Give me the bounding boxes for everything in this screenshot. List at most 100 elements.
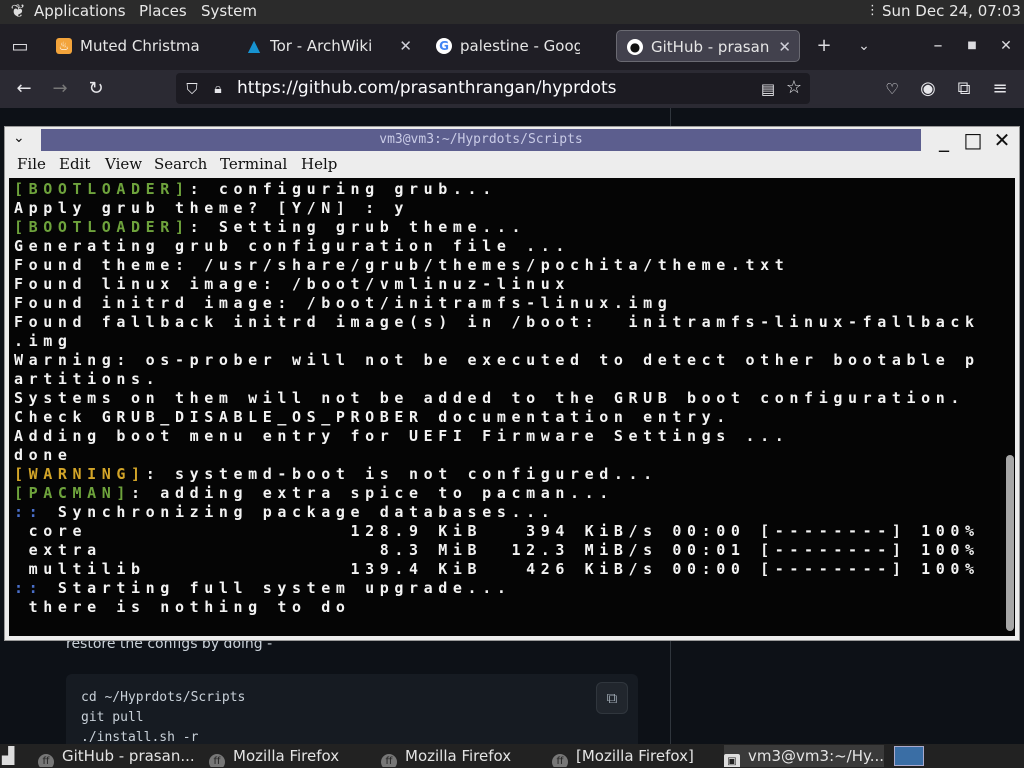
maximize-icon[interactable]: □ bbox=[960, 128, 986, 152]
reload-icon[interactable]: ↻ bbox=[86, 79, 106, 99]
minimize-icon[interactable]: _ bbox=[931, 128, 957, 152]
terminal-output[interactable]: [BOOTLOADER]: configuring grub... Apply … bbox=[9, 178, 1015, 636]
reader-view-icon[interactable]: ▤ bbox=[758, 79, 778, 99]
panel-menu-icon[interactable]: ⋮ bbox=[866, 1, 879, 21]
terminal-line: Apply grub theme? [Y/N] : y bbox=[14, 199, 410, 217]
terminal-icon: ▣ bbox=[724, 754, 740, 767]
menu-system[interactable]: System bbox=[201, 1, 257, 21]
tag-pacman: [PACMAN] bbox=[14, 484, 132, 502]
new-tab-icon[interactable]: + bbox=[814, 36, 834, 56]
line-text: : configuring grub... bbox=[189, 180, 497, 198]
forward-icon[interactable]: → bbox=[50, 79, 70, 99]
terminal-line: Generating grub configuration file ... bbox=[14, 237, 570, 255]
firefox-icon: ff bbox=[381, 754, 397, 767]
task-firefox-3[interactable]: ff [Mozilla Firefox] bbox=[552, 745, 712, 767]
task-firefox-1[interactable]: ff Mozilla Firefox bbox=[209, 745, 369, 767]
tag-bootloader: [BOOTLOADER] bbox=[14, 218, 190, 236]
close-window-icon[interactable]: ✕ bbox=[996, 36, 1016, 56]
tab-github[interactable]: ● GitHub - prasanth ✕ bbox=[616, 30, 800, 62]
terminal-line: there is nothing to do bbox=[14, 598, 351, 616]
menu-file[interactable]: File bbox=[17, 155, 46, 173]
firefox-icon: ff bbox=[209, 754, 225, 767]
tab-tor-archwiki[interactable]: ▲ Tor - ArchWiki ✕ bbox=[236, 30, 420, 62]
workspace-switcher[interactable] bbox=[894, 746, 924, 766]
line-text: Starting full system upgrade... bbox=[43, 579, 512, 597]
chevron-down-icon[interactable]: ⌄ bbox=[854, 36, 874, 56]
url-bar[interactable]: ⛉ 🔒︎ https://github.com/prasanthrangan/h… bbox=[176, 73, 810, 104]
task-firefox-2[interactable]: ff Mozilla Firefox bbox=[381, 745, 541, 767]
menu-view[interactable]: View bbox=[105, 155, 142, 173]
tab-label: Tor - ArchWiki bbox=[270, 37, 373, 55]
terminal-line: [WARNING]: systemd-boot is not configure… bbox=[14, 465, 658, 484]
menu-search[interactable]: Search bbox=[154, 155, 207, 173]
menu-edit[interactable]: Edit bbox=[59, 155, 90, 173]
task-label: [Mozilla Firefox] bbox=[576, 747, 694, 765]
menu-places[interactable]: Places bbox=[139, 1, 187, 21]
terminal-line: Found fallback initrd image(s) in /boot:… bbox=[14, 313, 980, 331]
pacman-symbol: :: bbox=[14, 579, 44, 597]
menu-terminal[interactable]: Terminal bbox=[220, 155, 287, 173]
firefox-icon: ff bbox=[38, 754, 54, 767]
line-text: Synchronizing package databases... bbox=[43, 503, 556, 521]
gnome-foot-icon[interactable]: ❦ bbox=[7, 1, 29, 23]
terminal-menubar: File Edit View Search Terminal Help bbox=[5, 154, 1019, 178]
lock-icon[interactable]: 🔒︎ bbox=[208, 79, 228, 99]
terminal-line: done bbox=[14, 446, 73, 464]
menu-applications[interactable]: Applications bbox=[34, 1, 126, 21]
code-line: git pull bbox=[81, 710, 144, 725]
close-tab-icon[interactable]: ✕ bbox=[778, 31, 791, 61]
tab-muted-christmas[interactable]: ♨ Muted Christmas bbox=[46, 30, 230, 62]
window-menu-chevron-icon[interactable]: ⌄ bbox=[13, 130, 33, 146]
bookmark-star-icon[interactable]: ☆ bbox=[784, 78, 804, 98]
terminal-line: Systems on them will not be added to the… bbox=[14, 389, 965, 407]
line-text: : adding extra spice to pacman... bbox=[131, 484, 614, 502]
code-block: cd ~/Hyprdots/Scripts git pull ./install… bbox=[66, 674, 638, 750]
hamburger-menu-icon[interactable]: ≡ bbox=[990, 79, 1010, 99]
navigation-bar: ← → ↻ ⛉ 🔒︎ https://github.com/prasanthra… bbox=[0, 70, 1024, 109]
copy-icon[interactable]: ⧉ bbox=[596, 682, 628, 714]
account-icon[interactable]: ◉ bbox=[918, 79, 938, 99]
tag-warning: [WARNING] bbox=[14, 465, 146, 483]
url-text[interactable]: https://github.com/prasanthrangan/hyprdo… bbox=[237, 73, 617, 104]
pocket-icon[interactable]: ♡ bbox=[882, 79, 902, 99]
clock[interactable]: Sun Dec 24, 07:03 bbox=[882, 1, 1021, 21]
terminal-line: :: Synchronizing package databases... bbox=[14, 503, 555, 522]
terminal-title: vm3@vm3:~/Hyprdots/Scripts bbox=[379, 132, 583, 147]
maximize-icon[interactable]: ■ bbox=[962, 36, 982, 56]
menu-help[interactable]: Help bbox=[301, 155, 337, 173]
extensions-icon[interactable]: ⧉ bbox=[954, 79, 974, 99]
tab-label: GitHub - prasanth bbox=[651, 38, 769, 56]
line-text: : Setting grub theme... bbox=[189, 218, 527, 236]
close-icon[interactable]: ✕ bbox=[989, 128, 1015, 152]
tab-palestine-google[interactable]: G palestine - Google bbox=[426, 30, 610, 62]
tag-bootloader: [BOOTLOADER] bbox=[14, 180, 190, 198]
back-icon[interactable]: ← bbox=[14, 79, 34, 99]
terminal-titlebar[interactable]: ⌄ vm3@vm3:~/Hyprdots/Scripts _ □ ✕ bbox=[5, 127, 1019, 154]
close-tab-icon[interactable]: ✕ bbox=[399, 30, 412, 62]
terminal-line: Adding boot menu entry for UEFI Firmware… bbox=[14, 427, 790, 445]
terminal-line: [BOOTLOADER]: configuring grub... bbox=[14, 180, 497, 199]
firefox-icon: ff bbox=[552, 754, 568, 767]
arch-icon: ▲ bbox=[247, 36, 261, 55]
task-label: Mozilla Firefox bbox=[405, 747, 512, 765]
taskbar: ▟ ff GitHub - prasan... ff Mozilla Firefox… bbox=[0, 744, 1024, 768]
browser-tab-bar: ▭ ♨ Muted Christmas ▲ Tor - ArchWiki ✕ G… bbox=[0, 24, 1024, 70]
terminal-line: [BOOTLOADER]: Setting grub theme... bbox=[14, 218, 526, 237]
task-label: Mozilla Firefox bbox=[233, 747, 340, 765]
terminal-line: .img bbox=[14, 332, 73, 350]
task-github[interactable]: ff GitHub - prasan... bbox=[38, 745, 198, 767]
tab-overview-icon[interactable]: ▭ bbox=[10, 37, 30, 57]
code-line: ./install.sh -r bbox=[81, 730, 199, 745]
terminal-line: [PACMAN]: adding extra spice to pacman..… bbox=[14, 484, 614, 503]
minimize-icon[interactable]: – bbox=[928, 36, 948, 56]
shield-icon[interactable]: ⛉ bbox=[182, 79, 202, 99]
line-text: : systemd-boot is not configured... bbox=[145, 465, 658, 483]
show-desktop-icon[interactable]: ▟ bbox=[2, 746, 24, 766]
task-terminal[interactable]: ▣ vm3@vm3:~/Hy... bbox=[724, 745, 884, 767]
terminal-line: core 128.9 KiB 394 KiB/s 00:00 [--------… bbox=[14, 522, 980, 540]
terminal-line: artitions. bbox=[14, 370, 161, 388]
pacman-symbol: :: bbox=[14, 503, 44, 521]
terminal-line: Found theme: /usr/share/grub/themes/poch… bbox=[14, 256, 790, 274]
terminal-line: Check GRUB_DISABLE_OS_PROBER documentati… bbox=[14, 408, 731, 426]
terminal-scrollbar[interactable] bbox=[1006, 455, 1014, 631]
